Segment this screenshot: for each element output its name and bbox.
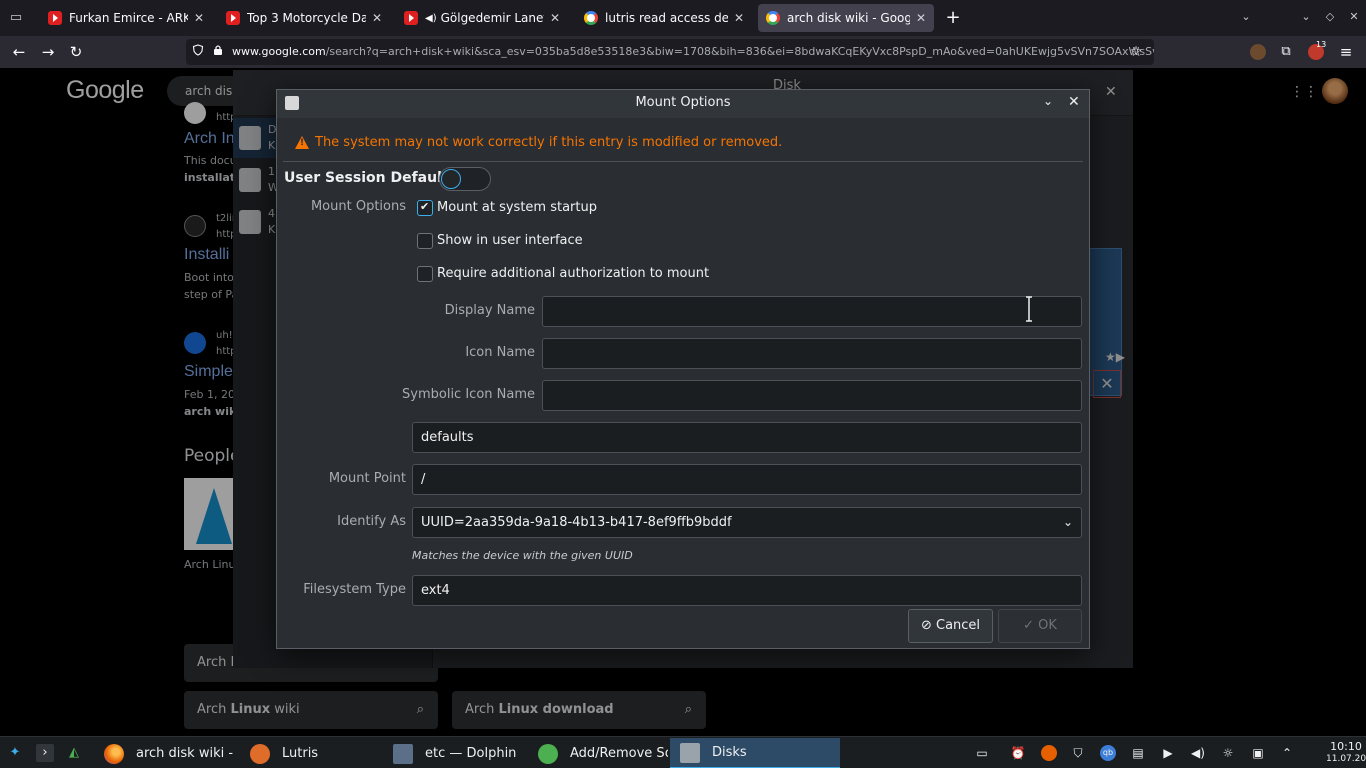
firefox-icon xyxy=(104,743,124,764)
qbittorrent-icon[interactable]: qb xyxy=(1100,745,1116,761)
dolphin-icon xyxy=(393,743,413,764)
tab-list-icon[interactable]: ▭ xyxy=(8,10,24,26)
tray-expand-icon[interactable]: ⌃ xyxy=(1279,745,1295,761)
tab-close-icon[interactable]: ✕ xyxy=(548,11,562,25)
symbolic-icon-name-label: Symbolic Icon Name xyxy=(402,387,535,402)
browser-tab[interactable]: Furkan Emirce - ARKA SOKAK ✕ xyxy=(40,4,212,32)
identify-as-label: Identify As xyxy=(337,514,406,529)
mount-options-label: Mount Options xyxy=(310,199,406,214)
disks-icon xyxy=(680,742,700,763)
warning-icon xyxy=(295,136,309,149)
cancel-icon: ⊘ xyxy=(920,618,932,633)
dialog-title: Mount Options xyxy=(635,95,731,110)
alarm-icon[interactable]: ⏰ xyxy=(1010,745,1026,761)
browser-nav-bar: ← → ↻ www.google.com/search?q=arch+disk+… xyxy=(0,36,1366,68)
clock[interactable]: 10:10 11.07.2025 xyxy=(1326,740,1366,766)
google-icon xyxy=(584,11,598,25)
taskbar-task[interactable]: arch disk wiki - Google Search xyxy=(94,738,234,768)
cancel-button[interactable]: ⊘ Cancel xyxy=(908,609,993,643)
maximize-icon[interactable]: ◇ xyxy=(1322,10,1338,23)
speaker-icon[interactable]: ◀) xyxy=(425,13,437,24)
system-monitor-icon[interactable]: ◭ xyxy=(65,744,83,762)
shield-check-icon[interactable]: ⛉ xyxy=(1070,745,1086,761)
lutris-icon xyxy=(250,743,270,764)
mount-options-dialog: Mount Options ⌄ ✕ The system may not wor… xyxy=(276,89,1090,649)
url-bar[interactable]: www.google.com/search?q=arch+disk+wiki&s… xyxy=(186,39,1154,65)
dialog-title-bar: Mount Options ⌄ ✕ xyxy=(277,90,1089,118)
forward-icon[interactable]: → xyxy=(38,42,58,62)
filesystem-type-label: Filesystem Type xyxy=(303,582,406,597)
toggle-knob xyxy=(441,169,461,189)
notification-count: 13 xyxy=(1316,40,1327,49)
taskbar-task-active[interactable]: Disks xyxy=(670,738,840,768)
display-name-label: Display Name xyxy=(444,303,535,318)
ok-button[interactable]: ✓ OK xyxy=(998,609,1082,643)
icon-name-label: Icon Name xyxy=(465,345,535,360)
bookmark-star-icon[interactable]: ☆ xyxy=(1126,42,1146,62)
clipboard-icon[interactable]: ▤ xyxy=(1130,745,1146,761)
new-tab-icon[interactable]: + xyxy=(943,8,963,28)
show-desktop-icon[interactable]: › xyxy=(36,744,54,762)
taskbar-task[interactable]: Add/Remove Software xyxy=(528,738,668,768)
checkmark-icon: ✓ xyxy=(1023,618,1034,633)
identify-as-help: Matches the device with the given UUID xyxy=(412,549,633,562)
browser-tab-bar: ▭ Furkan Emirce - ARKA SOKAK ✕ Top 3 Mot… xyxy=(0,0,1366,36)
lock-icon[interactable] xyxy=(212,44,224,56)
reload-icon[interactable]: ↻ xyxy=(66,42,86,62)
taskbar-task[interactable]: etc — Dolphin xyxy=(383,738,527,768)
window-icon[interactable]: ▭ xyxy=(974,745,990,761)
desktop-screen: ▭ Furkan Emirce - ARKA SOKAK ✕ Top 3 Mot… xyxy=(0,0,1366,768)
youtube-icon xyxy=(48,11,62,25)
brightness-icon[interactable]: ☼ xyxy=(1220,745,1236,761)
extension-avatar-icon[interactable] xyxy=(1250,44,1266,60)
taskbar: ✦ › ◭ arch disk wiki - Google Search Lut… xyxy=(0,736,1366,768)
user-session-defaults-toggle[interactable] xyxy=(439,167,491,191)
user-session-defaults-label: User Session Defaults xyxy=(284,170,457,186)
tab-close-icon[interactable]: ✕ xyxy=(192,11,206,25)
taskbar-task[interactable]: Lutris xyxy=(240,738,380,768)
extensions-icon[interactable]: ⧉ xyxy=(1276,42,1296,62)
youtube-icon xyxy=(404,11,418,25)
shield-icon[interactable] xyxy=(192,44,204,56)
icon-name-field[interactable] xyxy=(542,338,1082,369)
symbolic-icon-name-field[interactable] xyxy=(542,380,1082,411)
minimize-icon[interactable]: ⌄ xyxy=(1298,10,1314,23)
tab-close-icon[interactable]: ✕ xyxy=(370,11,384,25)
menu-icon[interactable]: ≡ xyxy=(1336,42,1356,62)
youtube-icon xyxy=(226,11,240,25)
require-auth-checkbox[interactable] xyxy=(417,266,433,282)
mount-at-startup-checkbox[interactable] xyxy=(417,200,433,216)
back-icon[interactable]: ← xyxy=(9,42,29,62)
browser-tab[interactable]: Top 3 Motorcycle Dangers ✕ xyxy=(218,4,390,32)
minimize-icon[interactable]: ⌄ xyxy=(1043,94,1053,108)
mount-point-field[interactable]: / xyxy=(412,464,1082,495)
close-icon[interactable]: ✕ xyxy=(1346,10,1362,23)
mount-point-label: Mount Point xyxy=(328,471,406,486)
browser-tab[interactable]: ◀) Gölgedemir Laneti - Dark ✕ xyxy=(396,4,568,32)
firefox-tray-icon[interactable] xyxy=(1041,745,1057,761)
warning-banner: The system may not work correctly if thi… xyxy=(283,128,1083,162)
display-name-field[interactable] xyxy=(542,296,1082,327)
chevron-down-icon[interactable]: ⌄ xyxy=(1238,10,1254,23)
tab-close-icon[interactable]: ✕ xyxy=(914,11,928,25)
browser-tab[interactable]: lutris read access denied - Google ✕ xyxy=(576,4,752,32)
browser-tab-active[interactable]: arch disk wiki - Google Search ✕ xyxy=(758,4,934,32)
show-in-ui-checkbox[interactable] xyxy=(417,233,433,249)
network-icon[interactable]: ▣ xyxy=(1250,745,1266,761)
tab-close-icon[interactable]: ✕ xyxy=(732,11,746,25)
identify-as-select[interactable]: UUID=2aa359da-9a18-4b13-b417-8ef9ffb9bdd… xyxy=(412,507,1082,538)
media-player-icon[interactable]: ▶ xyxy=(1160,745,1176,761)
mount-options-field[interactable]: defaults xyxy=(412,422,1082,453)
filesystem-type-field[interactable]: ext4 xyxy=(412,575,1082,606)
volume-icon[interactable]: ◀) xyxy=(1190,745,1206,761)
app-launcher-icon[interactable]: ✦ xyxy=(6,744,24,762)
chevron-down-icon: ⌄ xyxy=(1062,515,1073,529)
google-icon xyxy=(766,11,780,25)
software-icon xyxy=(538,743,558,764)
text-cursor-icon xyxy=(1026,296,1032,322)
close-icon[interactable]: ✕ xyxy=(1068,94,1080,110)
